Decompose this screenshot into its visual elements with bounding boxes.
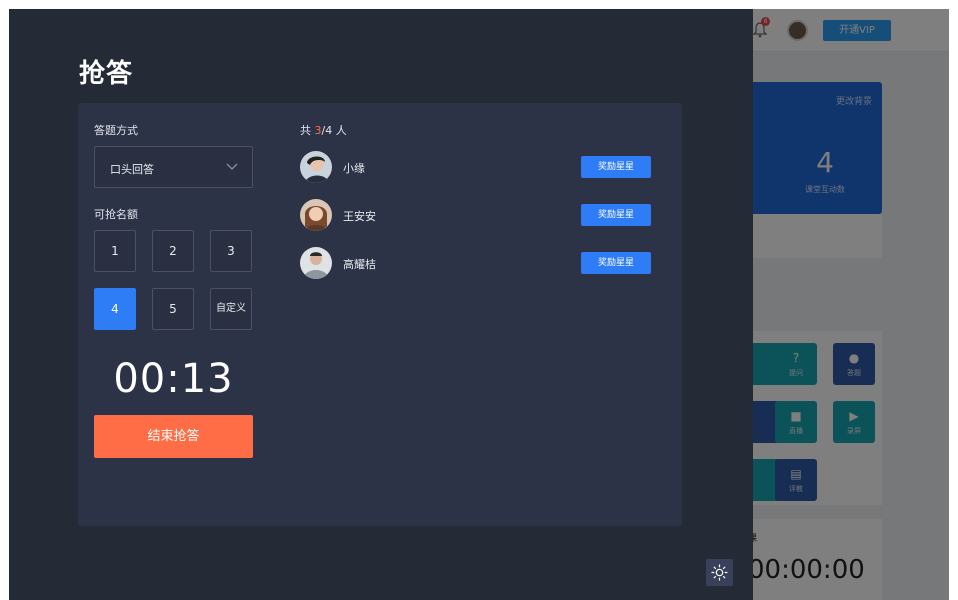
quota-option-3[interactable]: 3 (210, 230, 252, 272)
answer-mode-value: 口头回答 (110, 163, 154, 176)
avatar (300, 199, 332, 231)
count-suffix: /4 人 (321, 124, 347, 137)
avatar (300, 247, 332, 279)
participant-item: 王安安 奖励星星 (300, 197, 652, 233)
participant-name: 高耀桔 (343, 258, 376, 271)
reward-star-button[interactable]: 奖励星星 (581, 204, 651, 226)
participant-name: 小缘 (343, 162, 365, 175)
answer-mode-label: 答题方式 (94, 124, 138, 137)
reward-star-button[interactable]: 奖励星星 (581, 252, 651, 274)
count-prefix: 共 (300, 124, 315, 137)
end-quick-answer-button[interactable]: 结束抢答 (94, 415, 253, 458)
participant-name: 王安安 (343, 210, 376, 223)
participant-item: 高耀桔 奖励星星 (300, 245, 652, 281)
quick-answer-panel: 答题方式 口头回答 可抢名额 1 2 3 4 5 自定义 00:13 结束抢答 … (78, 103, 682, 526)
countdown-timer: 00:13 (113, 356, 234, 402)
quota-option-5[interactable]: 5 (152, 288, 194, 330)
reward-star-button[interactable]: 奖励星星 (581, 156, 651, 178)
sun-icon (711, 564, 728, 581)
quota-option-4-selected[interactable]: 4 (94, 288, 136, 330)
quota-option-custom[interactable]: 自定义 (210, 288, 252, 330)
participant-count: 共 3/4 人 (300, 122, 347, 138)
quick-answer-modal: 抢答 答题方式 口头回答 可抢名额 1 2 3 4 5 自定义 00:13 结束… (9, 9, 753, 600)
avatar (300, 151, 332, 183)
participant-item: 小缘 奖励星星 (300, 149, 652, 185)
theme-toggle-button[interactable] (706, 559, 733, 586)
modal-title: 抢答 (79, 59, 134, 89)
count-current: 3 (314, 124, 322, 137)
quota-label: 可抢名额 (94, 208, 138, 221)
chevron-down-icon (226, 163, 238, 170)
quota-option-2[interactable]: 2 (152, 230, 194, 272)
answer-mode-select[interactable]: 口头回答 (94, 146, 253, 188)
quota-option-1[interactable]: 1 (94, 230, 136, 272)
